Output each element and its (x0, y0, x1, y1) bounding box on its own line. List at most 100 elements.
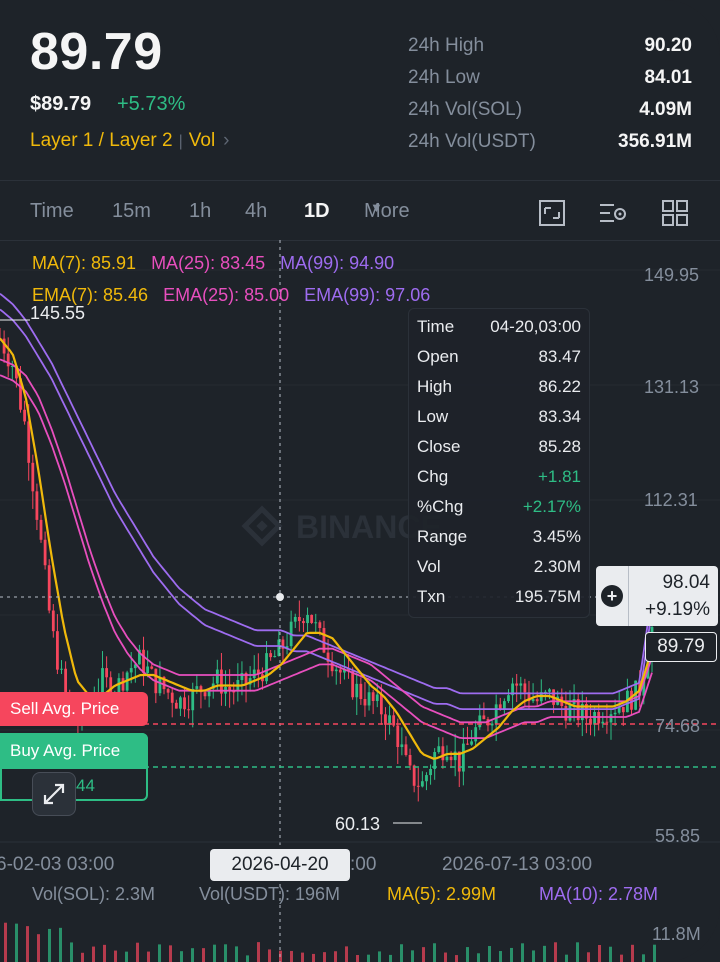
candle-body (593, 711, 596, 725)
volume-bar (323, 952, 326, 962)
app-frame: 89.79 $89.79 +5.73% Layer 1 / Layer 2 | Vo… (0, 0, 720, 962)
buy-avg-price-button[interactable]: Buy Avg. Price (0, 733, 148, 769)
volume-bar (620, 954, 623, 962)
ma25-label: MA(25): 83.45 (151, 253, 266, 273)
add-order-button[interactable]: + (596, 566, 629, 626)
tooltip-value: 83.34 (538, 407, 581, 426)
stat-24h-vol-sol: 24h Vol(SOL) 4.09M (408, 94, 692, 126)
candle-body (27, 421, 31, 463)
tag-layer[interactable]: Layer 1 / Layer 2 (30, 130, 173, 151)
ema99-label: EMA(99): 97.06 (304, 285, 431, 305)
volume-bar (114, 950, 117, 962)
candle-body (318, 622, 322, 629)
candle-body (449, 756, 453, 761)
divider (0, 180, 720, 181)
tooltip-label: High (417, 377, 452, 396)
candle-body (158, 676, 162, 694)
volume-bar (653, 944, 656, 962)
candle-body (404, 744, 408, 755)
volume-bar (301, 952, 304, 962)
candle-body (441, 746, 445, 761)
tooltip-label: %Chg (417, 497, 464, 516)
ema7-label: EMA(7): 85.46 (32, 285, 149, 305)
volume-bar (510, 947, 513, 962)
candle-body (129, 668, 133, 673)
candle-body (523, 683, 527, 693)
sell-avg-price-button[interactable]: Sell Avg. Price (0, 692, 148, 726)
candle-body (548, 689, 551, 692)
candle-body (502, 701, 506, 710)
volume-bar (543, 945, 546, 962)
volume-bar (521, 943, 524, 962)
volume-bar (147, 951, 150, 962)
volume-bar (158, 944, 161, 962)
volume-bar (268, 949, 271, 962)
buy-avg-price-value: 44 (76, 776, 95, 795)
candle-body (384, 714, 387, 725)
volume-bar (290, 950, 293, 962)
candle-body (47, 565, 51, 611)
candle-body (273, 655, 277, 658)
candle-body (338, 669, 342, 673)
volume-bar (246, 955, 249, 962)
crosshair-price-box[interactable]: + 98.04 +9.19% (596, 566, 718, 626)
price-usd: $89.79 (30, 93, 92, 115)
stat-value: 4.09M (639, 99, 692, 120)
volume-bar (257, 942, 260, 962)
tab-15m[interactable]: 15m (112, 200, 151, 223)
candle-body (429, 768, 432, 776)
vol-sol-label: Vol(SOL): 2.3M (32, 884, 156, 904)
volume-bar (70, 942, 73, 962)
candle-body (174, 702, 178, 709)
volume-bar (598, 944, 601, 962)
candle-body (179, 697, 182, 709)
chevron-right-icon[interactable]: › (223, 130, 229, 151)
volume-bar (499, 951, 502, 962)
volume-bar (433, 943, 436, 962)
category-tags[interactable]: Layer 1 / Layer 2 | Vol › (30, 130, 230, 152)
volume-bar (422, 947, 425, 962)
indicator-settings-icon[interactable] (598, 198, 628, 228)
last-price-tag: 89.79 (645, 632, 717, 662)
ema-legend-row: EMA(7): 85.46 EMA(25): 85.00 EMA(99): 97… (32, 285, 430, 306)
y-axis-label: 149.95 (644, 265, 700, 285)
candle-body (478, 715, 482, 728)
y-axis-label: 112.31 (644, 490, 698, 510)
volume-bar (312, 953, 315, 962)
volume-bar (488, 946, 491, 962)
x-axis-crosshair-date: 2026-04-20 (210, 849, 350, 881)
candle-body (420, 781, 424, 787)
grid-layout-icon[interactable] (660, 198, 690, 228)
fullscreen-chart-icon[interactable] (537, 198, 567, 228)
volume-bar (565, 954, 568, 962)
tab-1d[interactable]: 1D (304, 200, 330, 223)
vol-usdt-label: Vol(USDT): 196M (199, 884, 341, 904)
candle-body (166, 689, 170, 693)
candle-body (150, 666, 154, 669)
y-axis-label: 55.85 (655, 826, 701, 846)
expand-arrows-icon (43, 783, 65, 805)
tooltip-value: 86.22 (538, 377, 581, 396)
candle-body (56, 631, 59, 670)
candle-body (43, 539, 47, 566)
tag-vol[interactable]: Vol (189, 130, 215, 151)
x-axis-label-tail: :00 (350, 854, 377, 875)
candle-body (351, 671, 355, 698)
candle-body (142, 649, 145, 674)
candle-body (519, 683, 523, 686)
min-price-label: 60.13 (335, 814, 381, 834)
price-change-percent: +5.73% (117, 93, 186, 115)
tab-time[interactable]: Time (30, 200, 74, 223)
tooltip-row: Open 83.47 (417, 347, 581, 367)
tooltip-row: %Chg +2.17% (417, 497, 581, 517)
tooltip-value: 195.75M (514, 587, 581, 606)
stat-label: 24h High (408, 35, 485, 56)
caret-down-icon: ▼ (370, 200, 383, 215)
tab-1h[interactable]: 1h (189, 200, 211, 223)
candle-body (416, 785, 420, 787)
tab-4h[interactable]: 4h (245, 200, 267, 223)
volume-bar (378, 951, 381, 962)
expand-button[interactable] (32, 772, 76, 816)
y-axis-label: 131.13 (644, 377, 700, 397)
candle-body (482, 715, 486, 720)
